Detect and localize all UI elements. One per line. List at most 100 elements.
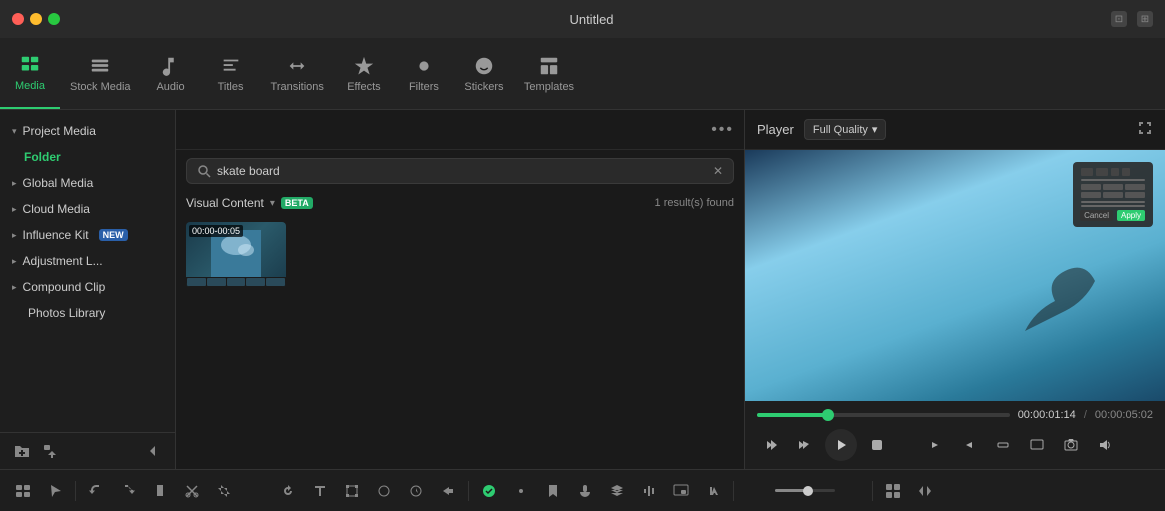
oc-5 xyxy=(1103,192,1123,198)
arrow-icon-2: ▸ xyxy=(12,178,17,189)
nav-label-stock-media: Stock Media xyxy=(70,81,131,93)
zoom-thumb[interactable] xyxy=(803,486,813,496)
clip-button[interactable] xyxy=(989,431,1017,459)
bt-crop-icon[interactable] xyxy=(209,476,239,506)
bt-delete-icon[interactable] xyxy=(145,476,175,506)
minimize-button[interactable] xyxy=(30,13,42,25)
nav-item-filters[interactable]: Filters xyxy=(394,38,454,109)
arrow-icon-5: ▸ xyxy=(12,256,17,267)
sidebar-item-folder[interactable]: Folder xyxy=(0,144,175,170)
sidebar-item-adjustment[interactable]: ▸ Adjustment L... xyxy=(0,248,175,274)
play-button[interactable] xyxy=(825,429,857,461)
sidebar-item-global-media[interactable]: ▸ Global Media xyxy=(0,170,175,196)
sidebar-label-project-media: Project Media xyxy=(23,124,96,138)
visual-content-filter[interactable]: Visual Content ▾ BETA xyxy=(186,196,313,210)
nav-item-media[interactable]: Media xyxy=(0,38,60,109)
nav-item-transitions[interactable]: Transitions xyxy=(261,38,334,109)
bt-audio-icon[interactable] xyxy=(241,476,271,506)
sidebar-item-cloud-media[interactable]: ▸ Cloud Media xyxy=(0,196,175,222)
progress-thumb[interactable] xyxy=(822,409,834,421)
bt-active-icon[interactable] xyxy=(474,476,504,506)
nav-item-stickers[interactable]: Stickers xyxy=(454,38,514,109)
nav-item-stock-media[interactable]: Stock Media xyxy=(60,38,141,109)
bt-equalizer-icon[interactable] xyxy=(634,476,664,506)
nav-item-titles[interactable]: Titles xyxy=(201,38,261,109)
fullscreen-button[interactable] xyxy=(48,13,60,25)
nav-item-templates[interactable]: Templates xyxy=(514,38,584,109)
bt-cut-icon[interactable] xyxy=(177,476,207,506)
bt-more-icon[interactable] xyxy=(433,476,463,506)
bt-cursor-icon[interactable] xyxy=(40,476,70,506)
snapshot-button[interactable] xyxy=(1057,431,1085,459)
collapse-icon[interactable] xyxy=(143,441,163,461)
bt-layers-icon[interactable] xyxy=(602,476,632,506)
bt-text-icon[interactable] xyxy=(305,476,335,506)
stop-button[interactable] xyxy=(863,431,891,459)
progress-bar[interactable] xyxy=(757,413,1010,417)
volume-button[interactable] xyxy=(1091,431,1119,459)
traffic-lights xyxy=(12,13,60,25)
filter-arrow-icon: ▾ xyxy=(270,198,275,209)
sidebar-item-influence-kit[interactable]: ▸ Influence Kit NEW xyxy=(0,222,175,248)
screen-button[interactable] xyxy=(1023,431,1051,459)
titlebar-icon-1[interactable]: ⊡ xyxy=(1111,11,1127,27)
expand-icon[interactable] xyxy=(1137,120,1153,139)
titlebar-icon-2[interactable]: ⊞ xyxy=(1137,11,1153,27)
overlay-apply[interactable]: Apply xyxy=(1117,210,1145,221)
nav-label-filters: Filters xyxy=(409,81,439,93)
bt-ai-icon[interactable] xyxy=(698,476,728,506)
quality-label: Full Quality xyxy=(813,124,868,136)
bt-mic-icon[interactable] xyxy=(570,476,600,506)
strip-cell-5 xyxy=(266,278,285,286)
bt-redo-icon[interactable] xyxy=(113,476,143,506)
bt-zoom-out-icon[interactable] xyxy=(739,476,769,506)
strip-cell-3 xyxy=(227,278,246,286)
zoom-fit-button[interactable] xyxy=(1125,431,1153,459)
player-label: Player xyxy=(757,122,794,137)
bt-bookmark-icon[interactable] xyxy=(538,476,568,506)
nav-item-audio[interactable]: Audio xyxy=(141,38,201,109)
add-folder-icon[interactable] xyxy=(12,441,32,461)
bt-rotate-icon[interactable] xyxy=(273,476,303,506)
overlay-cancel[interactable]: Cancel xyxy=(1080,210,1113,221)
close-button[interactable] xyxy=(12,13,24,25)
video-preview xyxy=(211,230,261,280)
sidebar-item-photos-library[interactable]: Photos Library xyxy=(0,300,175,326)
mark-in-button[interactable] xyxy=(921,431,949,459)
rewind-button[interactable] xyxy=(757,431,785,459)
bt-grid-view-icon[interactable] xyxy=(878,476,908,506)
zoom-slider[interactable] xyxy=(775,489,835,492)
video-thumbnail[interactable]: 00:00-00:05 xyxy=(186,222,286,287)
mark-out-button[interactable] xyxy=(955,431,983,459)
search-bar: ✕ xyxy=(186,158,734,184)
overlay-btn-2 xyxy=(1096,168,1108,176)
bt-split-icon[interactable] xyxy=(8,476,38,506)
step-back-button[interactable] xyxy=(791,431,819,459)
nav-item-effects[interactable]: Effects xyxy=(334,38,394,109)
bt-undo-icon[interactable] xyxy=(81,476,111,506)
bt-mask-icon[interactable] xyxy=(369,476,399,506)
bt-settings-icon[interactable] xyxy=(506,476,536,506)
overlay-btn-3 xyxy=(1111,168,1119,176)
quality-select[interactable]: Full Quality ▾ xyxy=(804,119,887,140)
time-current: 00:00:01:14 xyxy=(1018,409,1076,421)
more-options-button[interactable]: ••• xyxy=(711,121,734,139)
sidebar-item-compound-clip[interactable]: ▸ Compound Clip xyxy=(0,274,175,300)
import-icon[interactable] xyxy=(40,441,60,461)
bt-zoom-in-icon[interactable] xyxy=(837,476,867,506)
bt-expand-icon[interactable] xyxy=(910,476,940,506)
bt-time-icon[interactable] xyxy=(401,476,431,506)
bottom-toolbar xyxy=(0,469,1165,511)
bt-transform-icon[interactable] xyxy=(337,476,367,506)
sidebar-label-cloud-media: Cloud Media xyxy=(23,202,90,216)
video-overlay-panel: Cancel Apply xyxy=(1073,162,1153,227)
overlay-btn-4 xyxy=(1122,168,1130,176)
sidebar-item-project-media[interactable]: ▾ Project Media xyxy=(0,118,175,144)
search-input[interactable] xyxy=(217,164,707,178)
search-clear-icon[interactable]: ✕ xyxy=(713,164,723,178)
zoom-control xyxy=(775,489,835,492)
player-panel: Player Full Quality ▾ xyxy=(745,110,1165,469)
result-count: 1 result(s) found xyxy=(655,197,734,209)
bt-pip-icon[interactable] xyxy=(666,476,696,506)
nav-label-transitions: Transitions xyxy=(271,81,324,93)
